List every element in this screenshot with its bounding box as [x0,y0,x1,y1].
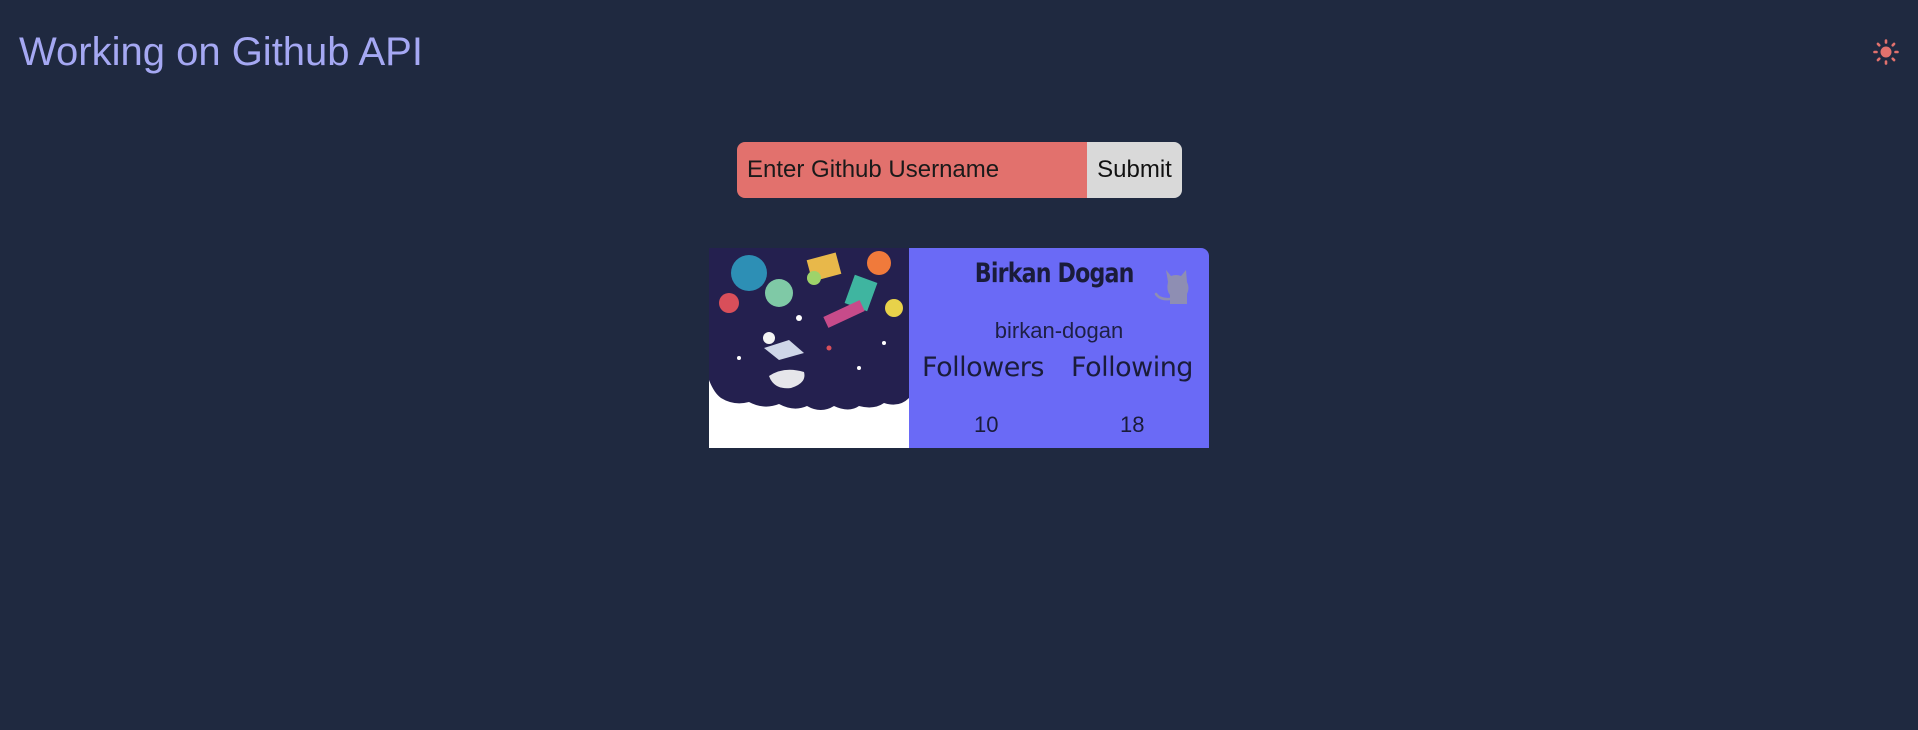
sun-icon [1873,39,1899,65]
followers-count: 10 [974,412,999,437]
github-octocat-icon [1154,270,1189,304]
app-page: Working on Github API Submit [0,0,1918,730]
following-count: 18 [1120,412,1145,437]
profile-card: Birkan Dogan birkan-dogan Followers Foll… [709,248,1209,448]
submit-button[interactable]: Submit [1087,142,1182,198]
profile-username: birkan-dogan [994,318,1124,343]
theme-toggle-button[interactable] [1872,38,1900,66]
avatar-image [709,248,909,448]
avatar [709,248,909,448]
username-input[interactable] [737,142,1087,198]
followers-label: Followers [922,352,1044,383]
search-form: Submit [737,142,1182,198]
following-label: Following [1071,352,1193,383]
profile-name: Birkan Dogan [974,258,1135,289]
page-title: Working on Github API [19,30,423,74]
profile-info: Birkan Dogan birkan-dogan Followers Foll… [909,248,1209,448]
